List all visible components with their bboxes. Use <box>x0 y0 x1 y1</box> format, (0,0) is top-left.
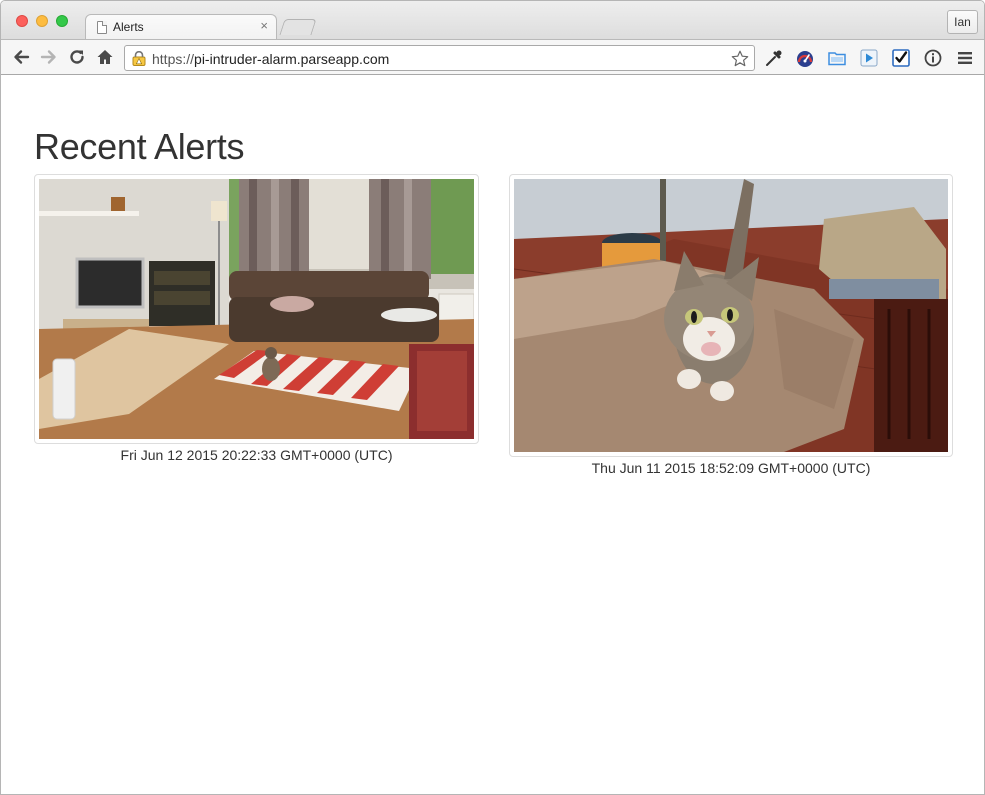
maximize-window-button[interactable] <box>56 15 68 27</box>
living-room-photo <box>39 179 475 439</box>
eyedropper-icon[interactable] <box>764 48 784 68</box>
tab-close-icon[interactable]: × <box>260 18 268 33</box>
profile-button[interactable]: Ian <box>947 10 978 34</box>
url-text[interactable]: https://pi-intruder-alarm.parseapp.com <box>152 51 389 67</box>
folder-icon[interactable] <box>827 48 847 68</box>
alert-item: Fri Jun 12 2015 20:22:33 GMT+0000 (UTC) <box>34 174 479 469</box>
lock-warning-icon[interactable] <box>132 51 146 66</box>
tab-title: Alerts <box>113 20 144 34</box>
browser-window: Alerts × Ian https://pi-intruder-alarm.p… <box>0 0 985 795</box>
toolbar: https://pi-intruder-alarm.parseapp.com <box>1 39 984 75</box>
address-bar[interactable]: https://pi-intruder-alarm.parseapp.com <box>124 45 755 71</box>
back-arrow-icon[interactable] <box>9 45 33 69</box>
play-extension-icon[interactable] <box>859 48 879 68</box>
new-tab-button[interactable] <box>279 19 317 35</box>
title-bar: Alerts × Ian <box>1 1 984 40</box>
checkbox-extension-icon[interactable] <box>891 48 911 68</box>
alert-timestamp: Thu Jun 11 2015 18:52:09 GMT+0000 (UTC) <box>591 460 871 476</box>
page-content: Recent Alerts Fri Jun 12 2015 20:22:33 G… <box>1 76 984 794</box>
close-window-button[interactable] <box>16 15 28 27</box>
star-icon[interactable] <box>730 49 750 69</box>
cat-photo <box>513 179 949 452</box>
tab-alerts[interactable]: Alerts × <box>85 14 277 40</box>
alert-timestamp: Fri Jun 12 2015 20:22:33 GMT+0000 (UTC) <box>120 447 393 463</box>
alert-thumbnail[interactable] <box>509 174 953 457</box>
forward-arrow-icon[interactable] <box>37 45 61 69</box>
info-icon[interactable] <box>923 48 943 68</box>
alert-item: Thu Jun 11 2015 18:52:09 GMT+0000 (UTC) <box>509 174 953 479</box>
home-icon[interactable] <box>93 45 117 69</box>
page-title: Recent Alerts <box>34 126 245 167</box>
reload-icon[interactable] <box>65 45 89 69</box>
minimize-window-button[interactable] <box>36 15 48 27</box>
page-icon <box>97 21 107 34</box>
speed-gauge-icon[interactable] <box>795 48 815 68</box>
alert-thumbnail[interactable] <box>34 174 479 444</box>
hamburger-menu-icon[interactable] <box>955 48 975 68</box>
